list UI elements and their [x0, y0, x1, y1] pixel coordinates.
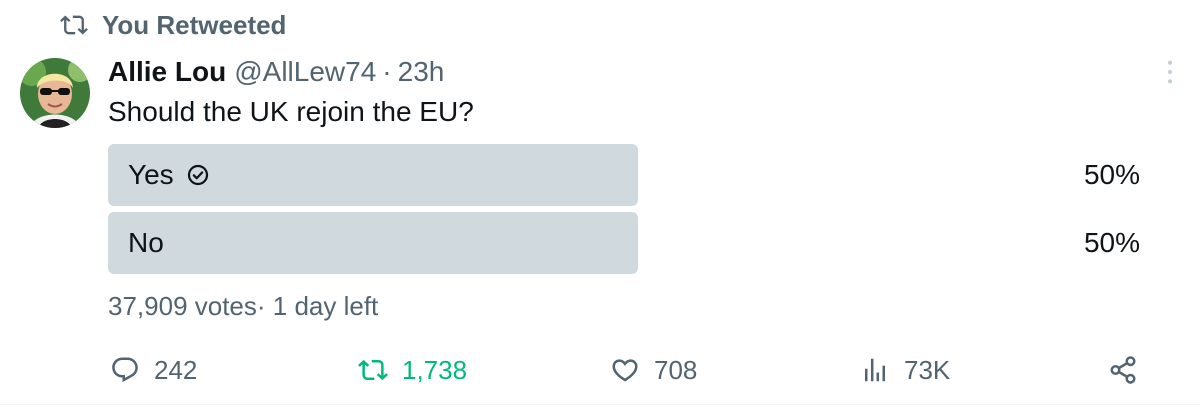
poll-meta: 37,909 votes· 1 day left: [108, 290, 379, 321]
author-handle[interactable]: @AllLew74: [234, 56, 376, 88]
poll-option-percent: 50%: [1083, 159, 1140, 190]
poll-option-label-wrap: No: [128, 212, 164, 274]
reply-count: 242: [154, 354, 198, 385]
check-circle-icon: [186, 163, 210, 187]
views-count: 73K: [904, 354, 951, 385]
like-count: 708: [654, 354, 698, 385]
retweet-count: 1,738: [402, 354, 468, 385]
views-button[interactable]: 73K: [860, 350, 950, 390]
poll-option-label: No: [128, 227, 164, 258]
poll-option-label: Yes: [128, 159, 174, 190]
separator-dot: ·: [382, 56, 392, 87]
action-bar: 242 1,738 708 73K: [108, 350, 1178, 390]
tweet-header: Allie Lou @AllLew74 · 23h: [108, 52, 444, 92]
author-name[interactable]: Allie Lou: [108, 56, 226, 88]
retweet-context-label: You Retweeted: [102, 9, 287, 40]
analytics-icon: [860, 355, 890, 385]
poll-option-label-wrap: Yes: [128, 144, 210, 206]
poll-result-bar: [108, 212, 638, 274]
tweet-text: Should the UK rejoin the EU?: [108, 96, 474, 127]
tweet-timestamp[interactable]: 23h: [398, 56, 445, 88]
poll-option-yes[interactable]: Yes 50%: [108, 144, 1168, 206]
share-icon: [1108, 355, 1138, 385]
poll-option-no[interactable]: No 50%: [108, 212, 1168, 274]
retweet-context[interactable]: You Retweeted: [60, 8, 286, 42]
share-button[interactable]: [1108, 350, 1138, 390]
poll-option-percent: 50%: [1083, 227, 1140, 258]
retweet-icon: [358, 355, 388, 385]
retweet-button[interactable]: 1,738: [358, 350, 467, 390]
reply-icon: [110, 355, 140, 385]
more-options-icon[interactable]: [1156, 58, 1184, 86]
avatar[interactable]: [20, 58, 90, 128]
heart-icon: [610, 355, 640, 385]
reply-button[interactable]: 242: [110, 350, 197, 390]
retweet-icon: [60, 11, 88, 39]
divider: [0, 404, 1200, 405]
like-button[interactable]: 708: [610, 350, 697, 390]
